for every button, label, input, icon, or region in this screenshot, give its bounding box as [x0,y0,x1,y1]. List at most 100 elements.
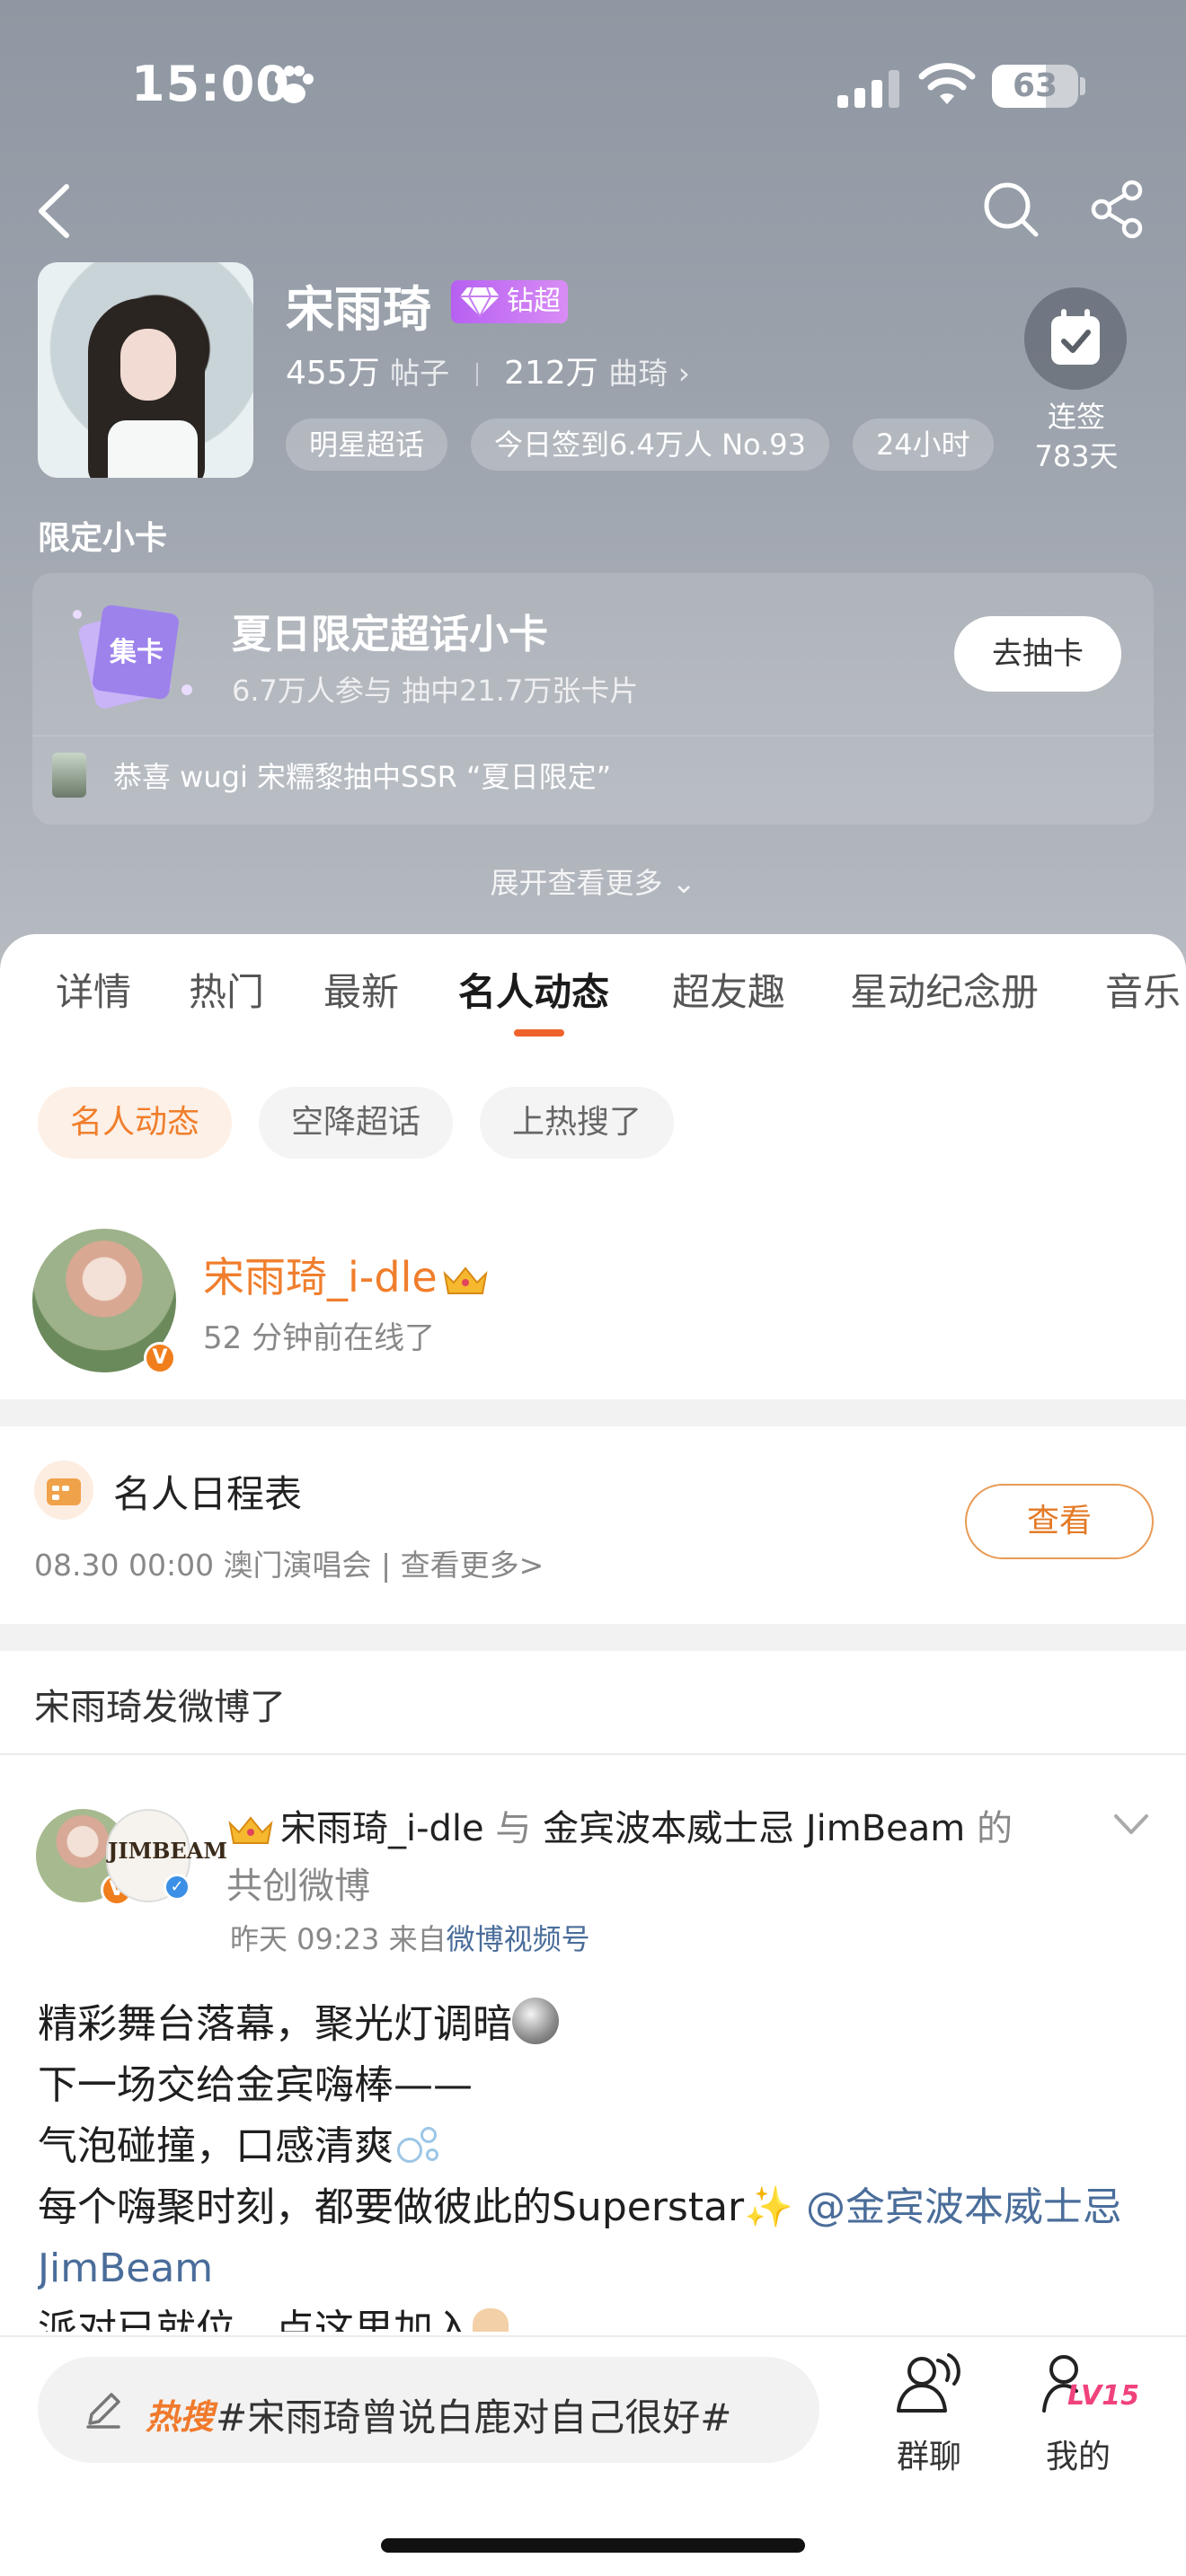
tab-celebrity-updates[interactable]: 名人动态 [458,961,609,1033]
tab-hot[interactable]: 热门 [189,961,264,1033]
post-source-prefix: 来自 [388,1922,447,1956]
draw-card-button[interactable]: 去抽卡 [954,616,1121,692]
schedule-detail: 08.30 00:00 澳门演唱会 | 查看更多> [34,1541,544,1584]
battery-percentage: 63 [1012,67,1058,104]
post-time: 昨天 09:23 [230,1922,380,1956]
topic-chips: 明星超话 今日签到6.4万人 No.93 24小时 [286,419,1017,471]
back-icon[interactable] [27,180,81,243]
chevron-right-icon[interactable]: › [678,356,690,391]
diamond-badge[interactable]: 钻超 [451,280,568,323]
tab-star-album[interactable]: 星动纪念册 [850,961,1039,1033]
filter-trending[interactable]: 上热搜了 [480,1087,675,1159]
bubbles-icon [394,2122,447,2168]
card-divider [32,735,1154,737]
crown-icon [443,1266,488,1294]
chip-star-topic[interactable]: 明星超话 [286,419,448,471]
schedule-detail-text: 08.30 00:00 澳门演唱会 | [34,1548,392,1583]
section-gap [0,1399,1186,1426]
winner-avatar [52,753,86,798]
group-chat-icon [897,2353,960,2413]
signin-button[interactable] [1024,287,1127,390]
chip-24h[interactable]: 24小时 [852,419,994,471]
schedule-more-link[interactable]: 查看更多> [401,1548,544,1583]
post-line-2: 下一场交给金宾嗨棒—— [38,2062,473,2108]
filter-pills: 名人动态 空降超话 上热搜了 [38,1087,701,1159]
diamond-badge-label: 钻超 [507,286,561,317]
limited-card-section-title: 限定小卡 [38,520,168,557]
post-connector: 与 [495,1808,532,1849]
hot-search-tag: 热搜 [146,2397,215,2437]
signin-label-text: 连签 [1047,400,1105,434]
pointing-hand-icon [473,2308,509,2332]
limited-card-title: 夏日限定超话小卡 [232,612,548,657]
group-chat-button[interactable]: 群聊 [881,2351,978,2475]
me-button[interactable]: LV15 我的 [1024,2351,1139,2475]
post-coauthor-name[interactable]: 金宾波本威士忌 JimBeam [543,1808,965,1849]
topic-avatar[interactable] [38,262,253,478]
section-gap [0,1624,1186,1651]
expand-more-label: 展开查看更多 [490,866,663,900]
schedule-view-button[interactable]: 查看 [965,1484,1154,1559]
posts-label: 帖子 [390,356,450,391]
card-collect-icon: 集卡 [73,604,192,709]
wifi-icon [918,63,976,104]
post-type-label: 共创微博 [226,1866,370,1907]
tab-latest[interactable]: 最新 [323,961,399,1033]
celebrity-name[interactable]: 宋雨琦_i-dle [203,1245,490,1304]
me-label: 我的 [1045,2439,1111,2475]
post-author-name[interactable]: 宋雨琦_i-dle [280,1808,484,1849]
tab-super-fun[interactable]: 超友趣 [672,961,785,1033]
fans-label[interactable]: 曲琦 [608,356,668,391]
post-body[interactable]: 精彩舞台落幕，聚光灯调暗 下一场交给金宾嗨棒—— 气泡碰撞，口感清爽 每个嗨聚时… [38,1994,1152,2332]
group-chat-label: 群聊 [896,2439,961,2475]
post-line-5: 派对已就位，点这里加入 [38,2307,473,2332]
winner-announcement: 恭喜 wugi 宋糯黎抽中SSR “夏日限定” [113,760,612,794]
disco-ball-icon [512,1998,559,2044]
signin-label: 连签 783天 [1005,397,1148,476]
chip-checkin-rank[interactable]: 今日签到6.4万人 No.93 [471,419,829,471]
tab-bar: 详情 热门 最新 名人动态 超友趣 星动纪念册 音乐 [0,961,1186,1033]
filter-celebrity-updates[interactable]: 名人动态 [38,1087,233,1159]
schedule-title: 名人日程表 [113,1472,303,1516]
blue-verified-icon: ✓ [164,1874,190,1901]
sparkles-icon: ✨ [744,2184,793,2230]
paw-icon [275,66,314,103]
tab-details[interactable]: 详情 [56,961,131,1033]
expand-more-link[interactable]: 展开查看更多 ⌄ [0,860,1186,902]
limited-card-subtitle: 6.7万人参与 抽中21.7万张卡片 [232,674,639,708]
status-time: 15:00 [131,56,290,112]
celebrity-name-text: 宋雨琦_i-dle [203,1253,438,1301]
diamond-icon [460,287,500,318]
signal-icon [837,70,899,108]
posts-count: 455万 [286,355,380,392]
schedule-icon [34,1460,93,1520]
level-badge: LV15 [1067,2380,1139,2412]
share-icon[interactable] [1089,180,1148,239]
battery-nub [1080,77,1085,95]
post-suffix: 的 [976,1808,1013,1849]
pencil-icon [86,2393,120,2429]
signin-days: 783天 [1034,439,1119,473]
battery-icon: 63 [992,65,1078,108]
topic-name: 宋雨琦 [286,281,431,338]
chevron-down-icon: ⌄ [671,866,696,900]
filter-airdrop-topic[interactable]: 空降超话 [259,1087,454,1159]
post-header: 宋雨琦_i-dle 与 金宾波本威士忌 JimBeam 的 共创微博 [226,1800,1125,1915]
chevron-down-icon[interactable] [1111,1809,1152,1839]
celebrity-row[interactable]: V 宋雨琦_i-dle 52 分钟前在线了 [0,1213,1186,1392]
topic-stats: 455万 帖子 212万 曲琦 › [286,347,690,393]
crown-icon [228,1816,273,1844]
post-line-3: 气泡碰撞，口感清爽 [38,2123,394,2169]
celebrity-schedule: 名人日程表 08.30 00:00 澳门演唱会 | 查看更多> 查看 [0,1426,1186,1624]
search-icon[interactable] [981,180,1040,239]
verified-badge-icon: V [144,1342,176,1374]
post-line-1: 精彩舞台落幕，聚光灯调暗 [38,2001,512,2047]
tab-music[interactable]: 音乐 [1105,961,1181,1033]
fans-count[interactable]: 212万 [504,355,598,392]
calendar-check-icon [1051,309,1100,365]
post-meta: 昨天 09:23 来自微博视频号 [230,1917,590,1958]
home-indicator [381,2538,805,2553]
active-tab-indicator [514,1029,564,1037]
post-source[interactable]: 微博视频号 [447,1922,590,1956]
hot-search-text[interactable]: #宋雨琦曾说白鹿对自己很好# [216,2387,731,2442]
